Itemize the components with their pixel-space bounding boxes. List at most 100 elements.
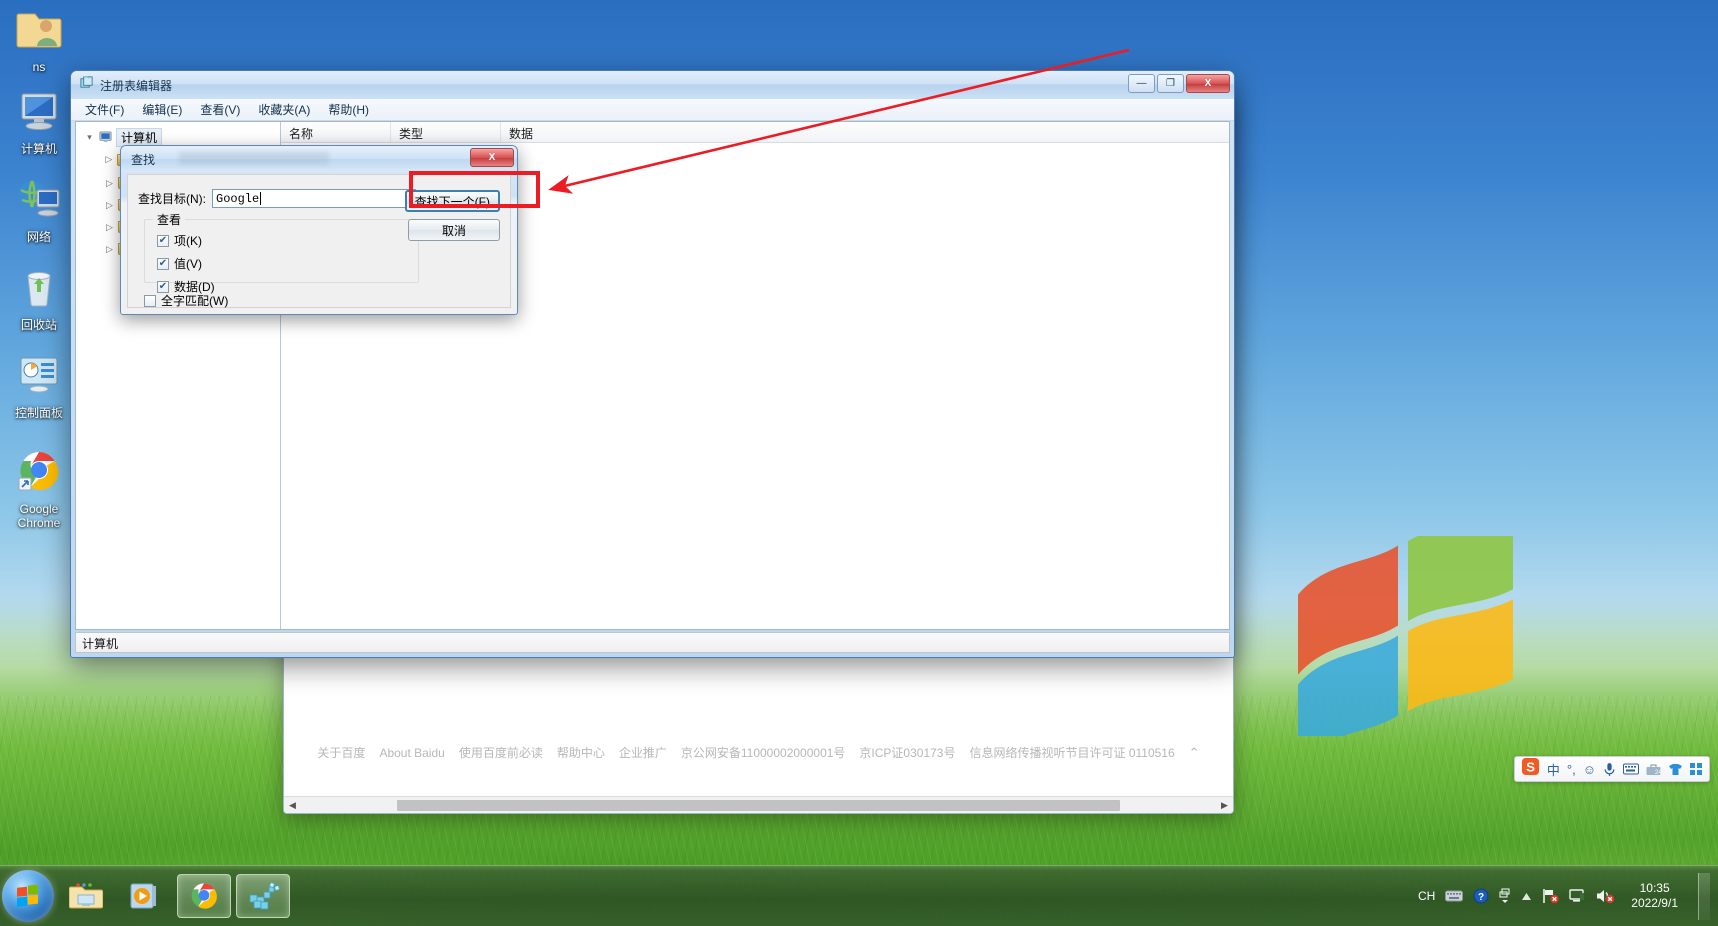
minimize-button[interactable]: — <box>1128 74 1155 93</box>
system-tray[interactable]: CH ? 10:35 2022/9/1 <box>1418 872 1718 920</box>
computer-icon <box>0 88 78 138</box>
menu-view[interactable]: 查看(V) <box>192 99 248 120</box>
sogou-ime-toolbar[interactable]: S 中 °, ☺ 24 <box>1513 756 1710 782</box>
recycle-bin-icon <box>0 264 78 314</box>
desktop-icon-chrome[interactable]: Google Chrome <box>0 448 78 530</box>
find-target-input[interactable]: Google <box>212 189 416 208</box>
footer-link[interactable]: 信息网络传播视听节目许可证 0110516 <box>969 744 1174 761</box>
checkbox-box[interactable]: ✔ <box>157 257 169 270</box>
keyboard-icon[interactable] <box>1445 890 1464 902</box>
column-header-name[interactable]: 名称 <box>281 122 391 142</box>
help-icon[interactable]: ? <box>1473 888 1489 904</box>
find-dialog-titlebar[interactable]: 查找 X <box>121 146 517 172</box>
expand-arrow-icon[interactable]: ▷ <box>104 244 115 255</box>
network-overflow-icon[interactable] <box>1499 888 1511 904</box>
computer-small-icon <box>98 131 113 144</box>
column-header-data[interactable]: 数据 <box>501 122 1229 142</box>
find-target-value: Google <box>216 191 260 206</box>
windows-flag-logo <box>1298 536 1513 736</box>
ime-language-indicator[interactable]: CH <box>1418 889 1435 903</box>
desktop-icon-control-panel[interactable]: 控制面板 <box>0 352 78 420</box>
punctuation-mode-icon[interactable]: °, <box>1567 762 1576 777</box>
network-error-icon[interactable] <box>1542 888 1559 904</box>
taskbar-clock[interactable]: 10:35 2022/9/1 <box>1625 881 1684 911</box>
taskbar-chrome[interactable] <box>177 874 231 918</box>
checkbox-box[interactable]: ✔ <box>157 280 169 293</box>
desktop-icon-ns[interactable]: ns <box>0 6 78 74</box>
find-target-row: 查找目标(N): Google <box>138 189 416 208</box>
taskbar[interactable]: CH ? 10:35 2022/9/1 <box>0 865 1718 926</box>
browser-horizontal-scrollbar[interactable]: ◀ ▶ <box>284 796 1233 813</box>
regedit-menubar[interactable]: 文件(F) 编辑(E) 查看(V) 收藏夹(A) 帮助(H) <box>71 99 1234 121</box>
expand-arrow-icon[interactable]: ▷ <box>104 178 115 189</box>
desktop-icon-label: Google <box>19 502 59 516</box>
chinese-mode-icon[interactable]: 中 <box>1547 760 1560 779</box>
regedit-titlebar[interactable]: 注册表编辑器 — ❐ X <box>71 71 1234 99</box>
footer-link[interactable]: About Baidu <box>379 746 444 760</box>
footer-link[interactable]: 帮助中心 <box>557 744 605 761</box>
action-center-icon[interactable] <box>1569 888 1586 904</box>
expand-arrow-icon[interactable]: ▷ <box>104 154 114 165</box>
chrome-icon <box>0 448 78 498</box>
menu-grid-icon[interactable] <box>1690 762 1703 776</box>
expand-arrow-icon[interactable]: ▾ <box>84 132 95 143</box>
menu-favorites[interactable]: 收藏夹(A) <box>250 99 318 120</box>
cancel-button[interactable]: 取消 <box>408 219 500 241</box>
checkbox-whole-word[interactable]: 全字匹配(W) <box>144 292 228 309</box>
regedit-title-text: 注册表编辑器 <box>100 78 173 93</box>
scrollbar-track[interactable] <box>301 797 1216 814</box>
desktop-icon-recycle-bin[interactable]: 回收站 <box>0 264 78 332</box>
regedit-statusbar: 计算机 <box>75 632 1230 653</box>
show-hidden-icons-chevron[interactable] <box>1521 892 1532 901</box>
close-button[interactable]: X <box>1186 74 1230 93</box>
volume-muted-icon[interactable] <box>1596 888 1615 904</box>
checkbox-keys[interactable]: ✔ 项(K) <box>157 232 215 249</box>
list-header[interactable]: 名称 类型 数据 <box>281 122 1229 143</box>
footer-link[interactable]: 使用百度前必读 <box>459 744 543 761</box>
footer-link[interactable]: 关于百度 <box>317 744 365 761</box>
clock-date: 2022/9/1 <box>1631 896 1678 910</box>
desktop-icon-label: 控制面板 <box>14 406 63 420</box>
footer-link[interactable]: 京公网安备11000002000001号 <box>681 744 846 761</box>
checkbox-box[interactable]: ✔ <box>157 234 169 247</box>
desktop-icon-label: 回收站 <box>20 318 57 332</box>
svg-text:S: S <box>1526 759 1535 774</box>
toolbox-icon[interactable]: 24 <box>1646 763 1661 776</box>
footer-collapse-caret-icon[interactable]: ⌃ <box>1189 745 1200 761</box>
desktop-icon-computer[interactable]: 计算机 <box>0 88 78 156</box>
show-desktop-button[interactable] <box>1698 872 1710 920</box>
column-header-type[interactable]: 类型 <box>391 122 501 142</box>
checkbox-box[interactable] <box>144 294 156 307</box>
scroll-left-arrow-icon[interactable]: ◀ <box>284 800 301 811</box>
desktop-icon-label: ns <box>32 60 46 74</box>
regedit-window-buttons[interactable]: — ❐ X <box>1128 74 1230 93</box>
scroll-right-arrow-icon[interactable]: ▶ <box>1216 800 1233 811</box>
emoji-icon[interactable]: ☺ <box>1583 762 1596 777</box>
menu-edit[interactable]: 编辑(E) <box>134 99 190 120</box>
voice-input-icon[interactable] <box>1603 762 1616 777</box>
soft-keyboard-icon[interactable] <box>1623 763 1639 775</box>
desktop-icon-network[interactable]: 网络 <box>0 176 78 244</box>
expand-arrow-icon[interactable]: ▷ <box>104 222 115 233</box>
svg-text:24: 24 <box>1655 770 1661 776</box>
find-dialog[interactable]: 查找 X 查找目标(N): Google 查看 ✔ 项(K) ✔ 值(V) ✔ … <box>120 145 518 315</box>
taskbar-explorer[interactable] <box>59 874 113 918</box>
scrollbar-thumb[interactable] <box>397 799 1120 811</box>
find-dialog-client: 查找目标(N): Google 查看 ✔ 项(K) ✔ 值(V) ✔ 数据(D)… <box>127 174 511 308</box>
footer-link[interactable]: 京ICP证030173号 <box>859 744 955 761</box>
menu-file[interactable]: 文件(F) <box>77 99 132 120</box>
expand-arrow-icon[interactable]: ▷ <box>104 200 115 211</box>
taskbar-regedit[interactable] <box>236 874 290 918</box>
find-dialog-close-button[interactable]: X <box>470 148 514 167</box>
maximize-button[interactable]: ❐ <box>1157 74 1184 93</box>
checkbox-values[interactable]: ✔ 值(V) <box>157 255 215 272</box>
footer-link[interactable]: 企业推广 <box>619 744 667 761</box>
sogou-logo-icon[interactable]: S <box>1521 757 1540 781</box>
menu-help[interactable]: 帮助(H) <box>320 99 377 120</box>
find-next-button[interactable]: 查找下一个(F) <box>404 190 500 212</box>
start-orb[interactable] <box>2 870 54 922</box>
skin-icon[interactable] <box>1668 763 1683 776</box>
checkbox-label: 值(V) <box>174 257 202 271</box>
svg-text:?: ? <box>1478 892 1484 903</box>
taskbar-media-player[interactable] <box>118 874 172 918</box>
